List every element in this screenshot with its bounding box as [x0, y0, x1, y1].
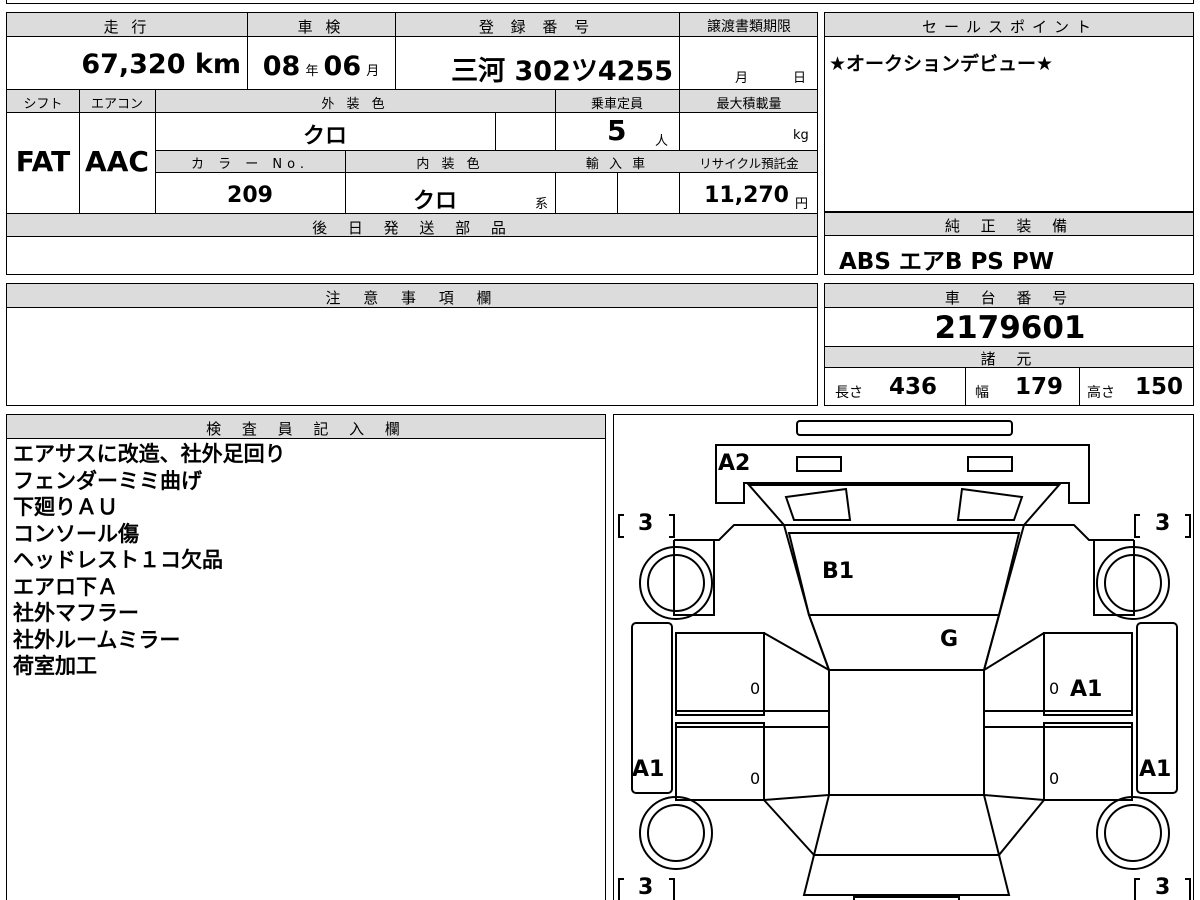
max-load-label: 最大積載量 [716, 97, 782, 112]
car-diagram [618, 420, 1191, 900]
inspection-label: 車 検 [297, 18, 345, 36]
exterior-color-label: 外 装 色 [321, 97, 389, 112]
color-no-label: カ ラ ー No. [191, 157, 309, 172]
max-load-unit: kg [793, 128, 809, 143]
interior-color-suffix: 系 [535, 197, 549, 212]
door-mark-rr: 0 [1049, 769, 1060, 788]
height-label: 高さ [1087, 385, 1115, 401]
capacity-label: 乗車定員 [590, 97, 643, 112]
mark-left-fender: A1 [632, 757, 665, 782]
dimensions-label: 諸 元 [980, 350, 1040, 368]
tire-tread-front-left: 3 [638, 511, 654, 536]
registration-value: 三河 302ツ4255 [451, 56, 673, 87]
door-mark-fr: 0 [1049, 679, 1060, 698]
length-label: 長さ [835, 385, 863, 401]
equipment-box: 純 正 装 備 ABS エアB PS PW [824, 212, 1194, 275]
mileage-value: 67,320 km [81, 49, 241, 80]
top-clipped-row [6, 0, 1194, 4]
inspector-line: コンソール傷 [13, 521, 139, 546]
recycle-unit: 円 [795, 197, 809, 212]
mark-right-fender: A1 [1139, 757, 1172, 782]
car-diagram-box: A2 B1 G A1 A1 A1 3 3 3 3 0 0 0 0 [613, 414, 1194, 900]
width-value: 179 [1015, 374, 1064, 400]
interior-color-value: クロ [412, 189, 457, 214]
chassis-label: 車 台 番 号 [944, 289, 1076, 307]
ac-label: エアコン [90, 97, 143, 112]
capacity-value: 5 [607, 114, 627, 147]
exterior-color-value: クロ [302, 124, 347, 149]
sales-point-box: セールスポイント ★オークションデビュー★ [824, 12, 1194, 212]
inspector-line: フェンダーミミ曲げ [13, 468, 202, 493]
inspector-box: 検 査 員 記 入 欄 エアサスに改造、社外足回り フェンダーミミ曲げ 下廻りＡ… [6, 414, 606, 900]
registration-label: 登 録 番 号 [478, 18, 596, 36]
capacity-unit: 人 [655, 134, 669, 149]
equipment-value: ABS エアB PS PW [839, 249, 1055, 275]
door-mark-rl: 0 [750, 769, 761, 788]
mark-roof: G [940, 627, 959, 652]
recycle-value: 11,270 [704, 183, 789, 208]
inspection-date: 08 年 06 月 [262, 51, 380, 82]
inspector-line: 社外マフラー [13, 601, 139, 625]
tire-tread-rear-left: 3 [638, 875, 654, 900]
vehicle-info-box: 走 行 車 検 登 録 番 号 譲渡書類期限 67,320 km 08 年 06… [6, 12, 818, 275]
inspector-line: ヘッドレスト１コ欠品 [13, 548, 223, 572]
notes-label: 注 意 事 項 欄 [325, 289, 501, 307]
inspector-line: エアロ下Ａ [13, 574, 118, 599]
mark-front-bumper: A2 [718, 451, 751, 476]
mark-windshield: B1 [822, 559, 855, 584]
width-label: 幅 [975, 385, 989, 401]
tire-tread-rear-right: 3 [1155, 875, 1171, 900]
transfer-deadline-label: 譲渡書類期限 [707, 19, 791, 35]
door-mark-fl: 0 [750, 679, 761, 698]
deadline-month-unit: 月 [735, 71, 749, 86]
color-no-value: 209 [227, 183, 273, 208]
mileage-label: 走 行 [103, 18, 151, 36]
sales-point-label: セールスポイント [921, 18, 1098, 36]
chassis-value: 2179601 [934, 310, 1086, 346]
deadline-day-unit: 日 [793, 71, 807, 86]
import-label: 輸 入 車 [585, 157, 649, 172]
equipment-label: 純 正 装 備 [944, 217, 1076, 235]
length-value: 436 [889, 374, 938, 400]
deferred-parts-label: 後 日 発 送 部 品 [312, 219, 514, 237]
ac-value: AAC [85, 145, 149, 178]
mark-right-door: A1 [1070, 677, 1103, 702]
interior-color-label: 内 装 色 [416, 157, 484, 172]
shift-label: シフト [23, 97, 63, 112]
inspector-line: 荷室加工 [13, 654, 97, 678]
recycle-label: リサイクル預託金 [699, 156, 799, 171]
height-value: 150 [1135, 374, 1184, 400]
shift-value: FAT [15, 145, 71, 178]
tire-tread-front-right: 3 [1155, 511, 1171, 536]
chassis-box: 車 台 番 号 2179601 諸 元 長さ 436 幅 179 高さ 150 [824, 283, 1194, 406]
inspector-notes: エアサスに改造、社外足回り フェンダーミミ曲げ 下廻りＡＵ コンソール傷 ヘッド… [13, 441, 286, 680]
sales-point-value: ★オークションデビュー★ [829, 53, 1054, 75]
inspector-line: エアサスに改造、社外足回り [13, 442, 286, 466]
inspector-line: 下廻りＡＵ [13, 495, 118, 519]
inspector-line: 社外ルームミラー [13, 627, 181, 652]
inspector-label: 検 査 員 記 入 欄 [206, 420, 408, 438]
notes-box: 注 意 事 項 欄 [6, 283, 818, 406]
